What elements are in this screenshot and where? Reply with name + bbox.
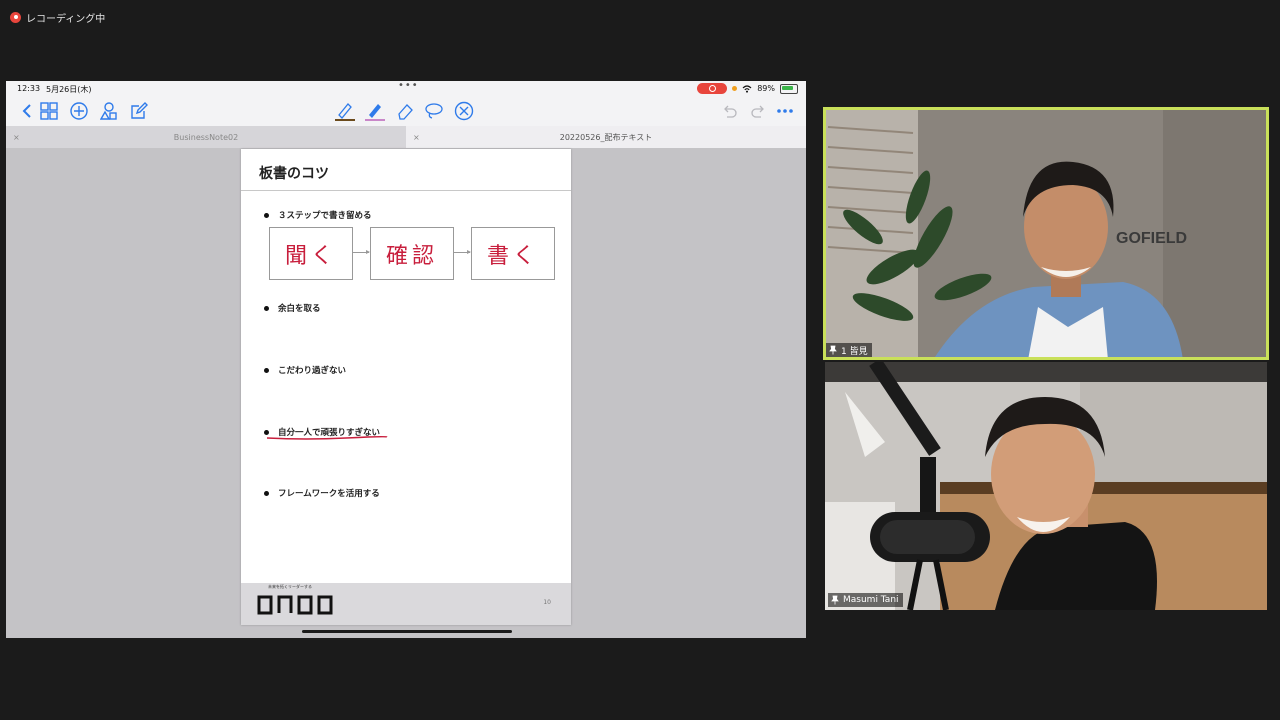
highlighter-icon[interactable] — [364, 100, 386, 122]
title-divider — [241, 190, 571, 191]
status-date: 5月26日(木) — [46, 85, 92, 94]
bullet-dot — [264, 212, 269, 218]
slide-page: 板書のコツ ３ステップで書き留める 聞く 確認 書く 余白を取る こだわり過ぎな… — [241, 149, 571, 625]
close-circle-icon[interactable] — [453, 100, 475, 122]
tab-label: BusinessNote02 — [173, 132, 239, 142]
battery-percent: 89% — [757, 84, 775, 93]
wall-signage: GOFIELD — [1116, 230, 1187, 247]
handwriting-box: 確認 — [370, 227, 454, 280]
tab-businessnote[interactable]: × BusinessNote02 — [6, 126, 406, 148]
undo-icon[interactable] — [718, 100, 740, 122]
back-icon[interactable] — [16, 100, 38, 122]
document-tabs: × BusinessNote02 × 20220526_配布テキスト — [6, 126, 806, 148]
bullet-text: 余白を取る — [278, 304, 321, 314]
participant-name: Masumi Tani — [843, 595, 899, 605]
bullet-dot — [264, 429, 269, 435]
grid-icon[interactable] — [38, 100, 60, 122]
participant-video[interactable]: Masumi Tani — [825, 362, 1267, 610]
more-icon[interactable] — [774, 100, 796, 122]
bullet-item: こだわり過ぎない — [264, 364, 346, 376]
participant-video-frame — [825, 362, 1267, 610]
pen-icon[interactable] — [334, 100, 356, 122]
home-indicator — [302, 630, 512, 633]
mic-in-use-icon — [732, 86, 738, 91]
bullet-item: ３ステップで書き留める — [264, 209, 372, 221]
screen-record-icon — [697, 83, 728, 94]
slide-footer: 未来を拓くリーダーする 10 — [241, 583, 571, 625]
bullet-dot — [264, 490, 269, 496]
shared-screen: 12:33 5月26日(木) ••• 89% × BusinessNote02 … — [6, 81, 806, 638]
tab-handout-text[interactable]: × 20220526_配布テキスト — [406, 126, 806, 148]
bullet-item: 余白を取る — [264, 302, 321, 314]
handwriting-text: 確認 — [385, 243, 438, 269]
bullet-text: ３ステップで書き留める — [278, 211, 372, 221]
status-time: 12:33 — [17, 84, 41, 93]
participant-video-active[interactable]: GOFIELD 1 皆見 — [823, 107, 1269, 360]
lasso-icon[interactable] — [423, 100, 445, 122]
bullet-text: フレームワークを活用する — [278, 489, 380, 499]
eraser-icon[interactable] — [394, 100, 416, 122]
bullet-item: フレームワークを活用する — [264, 487, 380, 499]
participant-name-tag: Masumi Tani — [828, 593, 903, 607]
wifi-icon — [742, 84, 752, 93]
slide-title: 板書のコツ — [259, 166, 329, 182]
arrow-icon — [453, 250, 471, 254]
arrow-icon — [352, 250, 370, 254]
recording-icon — [10, 11, 21, 23]
multitask-dots-icon: ••• — [398, 81, 419, 91]
participant-name: 1 皆見 — [841, 346, 868, 357]
handwriting-box: 書く — [471, 227, 555, 280]
recording-indicator: レコーディング中 — [10, 9, 105, 25]
pin-icon — [831, 595, 839, 605]
participant-video-frame: GOFIELD — [823, 107, 1269, 360]
bullet-dot — [264, 367, 269, 373]
redo-icon[interactable] — [748, 100, 770, 122]
handwriting-box: 聞く — [269, 227, 353, 280]
shapes-icon[interactable] — [98, 100, 120, 122]
footer-tagline: 未来を拓くリーダーする — [268, 584, 312, 589]
tab-label: 20220526_配布テキスト — [559, 132, 653, 142]
ondo-logo — [257, 595, 333, 615]
notes-toolbar — [6, 96, 806, 126]
bullet-text: こだわり過ぎない — [278, 366, 347, 376]
page-number: 10 — [543, 599, 551, 606]
participant-name-tag: 1 皆見 — [826, 343, 872, 357]
compose-icon[interactable] — [128, 100, 150, 122]
add-icon[interactable] — [68, 100, 90, 122]
tab-close-icon[interactable]: × — [413, 133, 420, 142]
tab-close-icon[interactable]: × — [13, 133, 20, 142]
handwriting-text: 聞く — [284, 243, 337, 269]
bullet-dot — [264, 305, 269, 311]
red-underline-annotation — [266, 435, 388, 440]
battery-icon — [780, 83, 798, 94]
pin-icon — [829, 345, 837, 355]
handwriting-text: 書く — [486, 243, 539, 269]
recording-label: レコーディング中 — [26, 13, 106, 25]
ipad-status-bar: 12:33 5月26日(木) ••• 89% — [6, 81, 806, 96]
